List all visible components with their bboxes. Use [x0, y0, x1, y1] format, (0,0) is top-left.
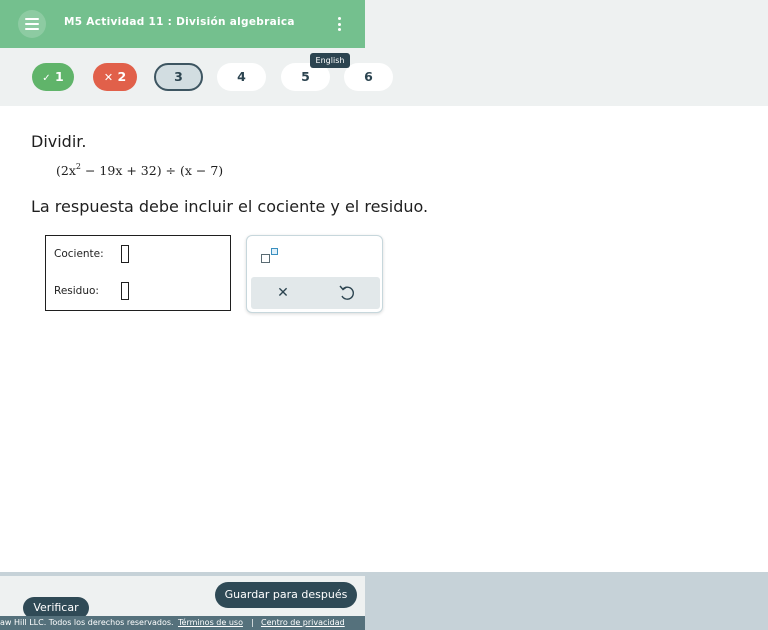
- terms-link[interactable]: Términos de uso: [178, 616, 243, 630]
- question-1-button[interactable]: ✓ 1: [32, 63, 74, 91]
- clear-icon: ✕: [277, 285, 289, 301]
- division-expression: (2x2 − 19x + 32) ÷ (x − 7): [56, 162, 224, 178]
- question-4-button[interactable]: 4: [217, 63, 266, 91]
- hamburger-menu-button[interactable]: [18, 10, 46, 38]
- copyright-bar: aw Hill LLC. Todos los derechos reservad…: [0, 616, 365, 630]
- activity-title: M5 Actividad 11 : División algebraica: [64, 16, 295, 28]
- question-2-button[interactable]: ✕ 2: [93, 63, 137, 91]
- check-icon: ✓: [42, 73, 51, 84]
- page: M5 Actividad 11 : División algebraica ✓ …: [0, 0, 768, 630]
- footer-separator: |: [251, 618, 254, 627]
- undo-button[interactable]: [337, 282, 357, 304]
- language-tooltip[interactable]: English: [310, 53, 350, 68]
- more-options-button[interactable]: [332, 14, 348, 34]
- math-palette: ✕: [246, 235, 383, 313]
- answer-box: Cociente: Residuo:: [45, 235, 231, 311]
- clear-button[interactable]: ✕: [273, 282, 293, 304]
- question-6-button[interactable]: 6: [344, 63, 393, 91]
- exponent-icon: [261, 254, 270, 263]
- remainder-input[interactable]: [121, 282, 129, 300]
- copyright-text: aw Hill LLC. Todos los derechos reservad…: [0, 618, 174, 627]
- quotient-input[interactable]: [121, 245, 129, 263]
- save-for-later-button[interactable]: Guardar para después: [215, 582, 357, 608]
- kebab-icon: [338, 17, 341, 20]
- menu-icon: [25, 18, 39, 20]
- remainder-label: Residuo:: [54, 285, 99, 297]
- exponent-button[interactable]: [261, 248, 283, 264]
- palette-actions: ✕: [251, 277, 380, 309]
- privacy-link[interactable]: Centro de privacidad: [261, 616, 345, 630]
- question-3-button[interactable]: 3: [154, 63, 203, 91]
- quotient-label: Cociente:: [54, 248, 104, 260]
- header-bar: M5 Actividad 11 : División algebraica: [0, 0, 365, 48]
- undo-icon: [339, 285, 354, 300]
- prompt-text: La respuesta debe incluir el cociente y …: [31, 197, 429, 216]
- footer-background: [365, 572, 768, 630]
- x-icon: ✕: [103, 71, 114, 84]
- instruction-text: Dividir.: [31, 132, 87, 151]
- header-background: [365, 0, 768, 48]
